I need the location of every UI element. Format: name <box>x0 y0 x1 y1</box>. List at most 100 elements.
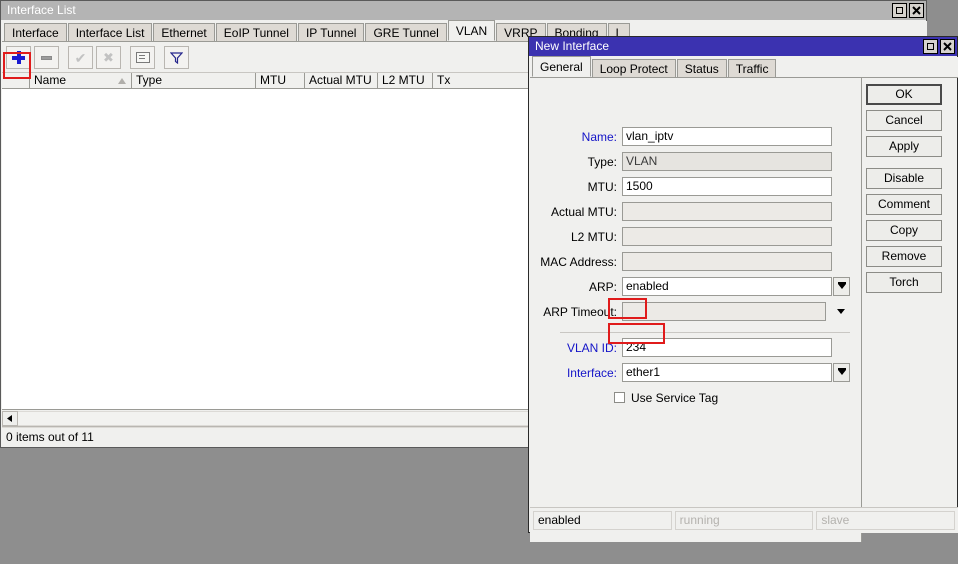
dialog-statusbar: enabled running slave <box>530 507 958 533</box>
comment-button[interactable]: Comment <box>866 194 942 215</box>
tab-eoip-tunnel[interactable]: EoIP Tunnel <box>215 23 297 41</box>
desktop: Interface List Interface Interface List … <box>0 0 958 564</box>
interface-dropdown-button[interactable] <box>833 363 850 382</box>
field-row-l2-mtu: L2 MTU: <box>530 227 860 246</box>
chevron-down-icon <box>837 368 846 375</box>
tab-loop-protect[interactable]: Loop Protect <box>591 59 676 77</box>
status-running: running <box>674 511 814 530</box>
dialog-close-button[interactable] <box>940 39 955 54</box>
type-label: Type: <box>587 154 617 169</box>
maximize-icon <box>896 7 903 14</box>
filter-button[interactable] <box>164 46 189 69</box>
field-row-actual-mtu: Actual MTU: <box>530 202 860 221</box>
chevron-down-icon <box>837 282 846 289</box>
minus-icon <box>41 55 52 60</box>
plus-icon <box>12 51 25 64</box>
comment-icon <box>135 52 150 63</box>
dialog-maximize-button[interactable] <box>923 39 938 54</box>
tab-interface-list[interactable]: Interface List <box>67 23 153 41</box>
tab-ethernet[interactable]: Ethernet <box>153 23 215 41</box>
comment-button[interactable] <box>130 46 155 69</box>
tab-ip-tunnel[interactable]: IP Tunnel <box>297 23 365 41</box>
arp-label: ARP: <box>588 279 617 294</box>
column-header-actual-mtu[interactable]: Actual MTU <box>305 73 378 88</box>
close-icon <box>943 42 952 51</box>
actual-mtu-value <box>622 202 832 221</box>
use-service-tag-label: Use Service Tag <box>631 390 719 405</box>
column-header-mtu[interactable]: MTU <box>256 73 305 88</box>
arp-timeout-dropdown-button[interactable] <box>832 309 850 314</box>
name-label: Name: <box>581 129 617 144</box>
mtu-input[interactable]: 1500 <box>622 177 832 196</box>
vlan-id-label: VLAN ID: <box>566 340 617 355</box>
actual-mtu-label: Actual MTU: <box>550 204 617 219</box>
field-row-mtu: MTU: 1500 <box>530 177 860 196</box>
field-row-type: Type: VLAN <box>530 152 860 171</box>
torch-button[interactable]: Torch <box>866 272 942 293</box>
remove-button[interactable]: Remove <box>866 246 942 267</box>
dialog-title: New Interface <box>535 39 610 53</box>
tab-vlan[interactable]: VLAN <box>447 20 496 41</box>
main-close-button[interactable] <box>909 3 924 18</box>
l2-mtu-value <box>622 227 832 246</box>
l2-mtu-label: L2 MTU: <box>570 229 617 244</box>
dialog-titlebar-buttons <box>923 39 955 54</box>
dialog-tabstrip-container: General Loop Protect Status Traffic <box>530 56 958 78</box>
name-input[interactable]: vlan_iptv <box>622 127 832 146</box>
vlan-id-input[interactable]: 234 <box>622 338 832 357</box>
cross-icon: ✖ <box>103 50 114 65</box>
apply-button[interactable]: Apply <box>866 136 942 157</box>
tab-general[interactable]: General <box>532 56 591 77</box>
status-slave: slave <box>816 511 956 530</box>
interface-select[interactable]: ether1 <box>622 363 832 382</box>
field-row-interface: Interface: ether1 <box>530 363 860 382</box>
type-value: VLAN <box>622 152 832 171</box>
close-icon <box>912 6 921 15</box>
arp-timeout-label: ARP Timeout: <box>543 304 617 319</box>
form-separator <box>560 332 850 333</box>
remove-button[interactable] <box>34 46 59 69</box>
column-header-l2-mtu[interactable]: L2 MTU <box>378 73 433 88</box>
field-row-mac-address: MAC Address: <box>530 252 860 271</box>
dialog-button-column: OK Cancel Apply Disable Comment Copy Rem… <box>866 84 942 298</box>
disable-button[interactable]: Disable <box>866 168 942 189</box>
mac-address-label: MAC Address: <box>540 254 617 269</box>
tab-interface[interactable]: Interface <box>4 23 67 41</box>
field-row-arp: ARP: enabled <box>530 277 860 296</box>
item-count-label: 0 items out of 11 <box>6 430 94 444</box>
arp-timeout-value <box>622 302 826 321</box>
interface-label: Interface: <box>566 365 617 380</box>
tab-gre-tunnel[interactable]: GRE Tunnel <box>365 23 447 41</box>
dialog-titlebar: New Interface <box>529 37 957 56</box>
cancel-button[interactable]: Cancel <box>866 110 942 131</box>
tab-status[interactable]: Status <box>676 59 727 77</box>
add-button[interactable] <box>6 46 31 69</box>
main-window-title: Interface List <box>7 3 76 17</box>
column-header-name[interactable]: Name <box>30 73 132 88</box>
tab-traffic[interactable]: Traffic <box>727 59 777 77</box>
dialog-tabstrip: General Loop Protect Status Traffic <box>530 56 958 78</box>
arp-dropdown-button[interactable] <box>833 277 850 296</box>
arrow-left-icon <box>6 414 12 422</box>
sort-ascending-icon <box>118 78 126 84</box>
check-icon: ✔ <box>74 49 87 66</box>
maximize-icon <box>927 43 934 50</box>
field-row-name: Name: vlan_iptv <box>530 127 860 146</box>
disable-button[interactable]: ✖ <box>96 46 121 69</box>
copy-button[interactable]: Copy <box>866 220 942 241</box>
status-enabled: enabled <box>533 511 672 530</box>
new-interface-dialog: New Interface General Loop Protect Statu… <box>528 36 958 542</box>
ok-button[interactable]: OK <box>866 84 942 105</box>
field-row-vlan-id: VLAN ID: 234 <box>530 338 860 357</box>
scroll-left-button[interactable] <box>2 410 18 426</box>
column-header-flags[interactable] <box>2 73 30 88</box>
enable-button[interactable]: ✔ <box>68 46 93 69</box>
funnel-icon <box>170 51 183 64</box>
use-service-tag-checkbox[interactable] <box>614 392 625 403</box>
mtu-label: MTU: <box>587 179 617 194</box>
main-maximize-button[interactable] <box>892 3 907 18</box>
arp-select[interactable]: enabled <box>622 277 832 296</box>
main-titlebar: Interface List <box>1 1 926 20</box>
dialog-form-panel: Name: vlan_iptv Type: VLAN MTU: 1500 Act… <box>530 78 862 542</box>
column-header-type[interactable]: Type <box>132 73 256 88</box>
